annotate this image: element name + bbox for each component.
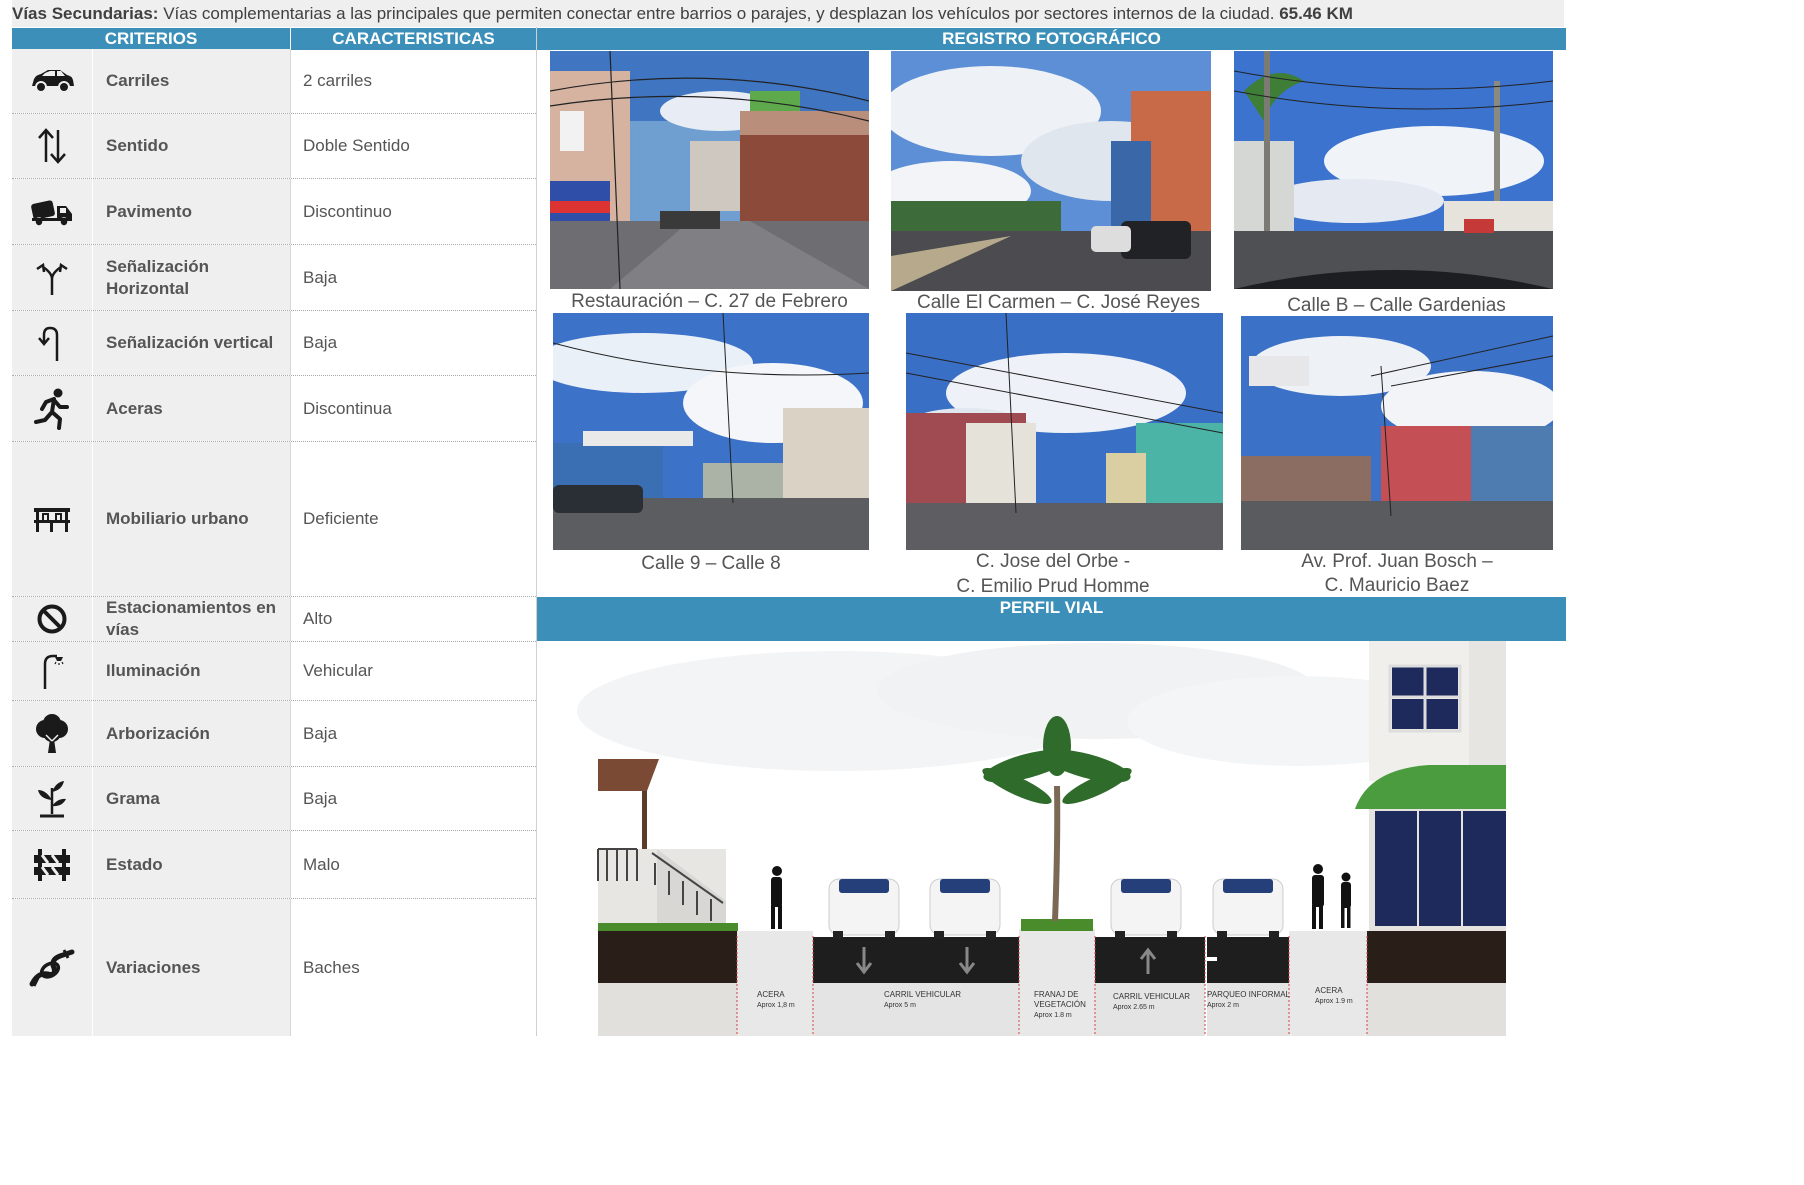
table-row: Iluminación Vehicular xyxy=(12,642,536,701)
intro-title: Vías Secundarias: xyxy=(12,4,159,23)
header-perfil-vial: PERFIL VIAL xyxy=(537,597,1566,641)
photo-caption: Calle B – Calle Gardenias xyxy=(1287,295,1506,316)
road-fork-icon xyxy=(12,245,92,310)
street-photo-5 xyxy=(906,313,1223,550)
photo-caption-line2: C. Emilio Prud Homme xyxy=(956,576,1150,597)
table-row: Señalización vertical Baja xyxy=(12,311,536,376)
profile-label-acera-left: ACERA xyxy=(757,990,785,999)
table-row: Aceras Discontinua xyxy=(12,376,536,442)
valor-label: Baja xyxy=(290,245,536,310)
photo-caption: Calle 9 – Calle 8 xyxy=(641,553,781,574)
table-row: Sentido Doble Sentido xyxy=(12,114,536,179)
profile-label-carril-2-sub: Aprox 2.65 m xyxy=(1113,1004,1155,1011)
valor-label: 2 carriles xyxy=(290,49,536,113)
no-parking-icon xyxy=(12,597,92,641)
intro-description: Vías complementarias a las principales q… xyxy=(158,4,1280,23)
street-photo-2 xyxy=(891,51,1211,291)
table-row: Mobiliario urbano Deficiente xyxy=(12,442,536,597)
criterio-label: Estado xyxy=(92,831,290,898)
two-way-arrows-icon xyxy=(12,114,92,178)
street-photo-4 xyxy=(553,313,869,550)
criterio-label: Iluminación xyxy=(92,642,290,700)
valor-label: Malo xyxy=(290,831,536,898)
table-row: Carriles 2 carriles xyxy=(12,49,536,114)
table-row: Arborización Baja xyxy=(12,701,536,767)
car-icon xyxy=(12,49,92,113)
tree-icon xyxy=(12,701,92,766)
header-caracteristicas: CARACTERISTICAS xyxy=(290,28,536,50)
table-row: Grama Baja xyxy=(12,767,536,831)
criterio-label: Señalización Horizontal xyxy=(92,245,290,310)
criterio-label: Grama xyxy=(92,767,290,830)
header-registro-fotografico: REGISTRO FOTOGRÁFICO xyxy=(537,28,1566,50)
profile-label-franja-sub: Aprox 1.8 m xyxy=(1034,1012,1072,1019)
criterio-label: Carriles xyxy=(92,49,290,113)
valor-label: Baja xyxy=(290,311,536,375)
table-row: Señalización Horizontal Baja xyxy=(12,245,536,311)
street-photo-1 xyxy=(550,51,869,289)
criterio-label: Aceras xyxy=(92,376,290,441)
profile-label-carril-2: CARRIL VEHICULAR xyxy=(1113,992,1190,1001)
street-lamp-icon xyxy=(12,642,92,700)
profile-label-acera-left-sub: Aprox 1,8 m xyxy=(757,1002,795,1009)
profile-label-franja-line1: FRANAJ DE xyxy=(1034,990,1078,999)
criterio-label: Sentido xyxy=(92,114,290,178)
street-photo-3 xyxy=(1234,51,1553,289)
criterio-label: Variaciones xyxy=(92,899,290,1036)
header-criterios: CRITERIOS xyxy=(12,28,290,50)
photo-caption-line2: C. Mauricio Baez xyxy=(1324,575,1470,596)
paving-truck-icon xyxy=(12,179,92,244)
barrier-icon xyxy=(12,831,92,898)
pedestrian-icon xyxy=(12,376,92,441)
valor-label: Discontinuo xyxy=(290,179,536,244)
photo-caption: Restauración – C. 27 de Febrero xyxy=(571,291,848,312)
table-row: Estacionamientos en vías Alto xyxy=(12,597,536,642)
bench-icon xyxy=(12,442,92,596)
profile-label-acera-right: ACERA xyxy=(1315,986,1343,995)
sprout-icon xyxy=(12,767,92,830)
intro-text: Vías Secundarias: Vías complementarias a… xyxy=(12,0,1564,27)
criterio-label: Arborización xyxy=(92,701,290,766)
u-turn-icon xyxy=(12,311,92,375)
table-row: Estado Malo xyxy=(12,831,536,899)
valor-label: Doble Sentido xyxy=(290,114,536,178)
profile-label-carril-1: CARRIL VEHICULAR xyxy=(884,990,961,999)
intro-length: 65.46 KM xyxy=(1279,4,1353,23)
profile-label-parqueo: PARQUEO INFORMAL xyxy=(1207,990,1291,999)
table-row: Variaciones Baches xyxy=(12,899,536,1036)
valor-label: Vehicular xyxy=(290,642,536,700)
profile-label-franja-line2: VEGETACIÓN xyxy=(1034,1000,1086,1009)
valor-label: Baja xyxy=(290,701,536,766)
road-profile-diagram: ACERA Aprox 1,8 m CARRIL VEHICULAR Aprox… xyxy=(537,641,1566,1036)
photo-caption-line1: Av. Prof. Juan Bosch – xyxy=(1301,551,1493,572)
photo-caption: Calle El Carmen – C. José Reyes xyxy=(917,292,1200,313)
profile-label-carril-1-sub: Aprox 5 m xyxy=(884,1002,916,1009)
valor-label: Deficiente xyxy=(290,442,536,596)
criterio-label: Pavimento xyxy=(92,179,290,244)
valor-label: Discontinua xyxy=(290,376,536,441)
criterio-label: Estacionamientos en vías xyxy=(92,597,290,641)
profile-label-parqueo-sub: Aprox 2 m xyxy=(1207,1002,1239,1009)
pothole-icon xyxy=(12,899,92,1036)
table-row: Pavimento Discontinuo xyxy=(12,179,536,245)
criterio-label: Señalización vertical xyxy=(92,311,290,375)
valor-label: Alto xyxy=(290,597,536,641)
valor-label: Baja xyxy=(290,767,536,830)
criterio-label: Mobiliario urbano xyxy=(92,442,290,596)
street-photo-6 xyxy=(1241,316,1553,550)
profile-label-acera-right-sub: Aprox 1.9 m xyxy=(1315,998,1353,1005)
valor-label: Baches xyxy=(290,899,536,1036)
photo-caption-line1: C. Jose del Orbe - xyxy=(975,551,1131,572)
